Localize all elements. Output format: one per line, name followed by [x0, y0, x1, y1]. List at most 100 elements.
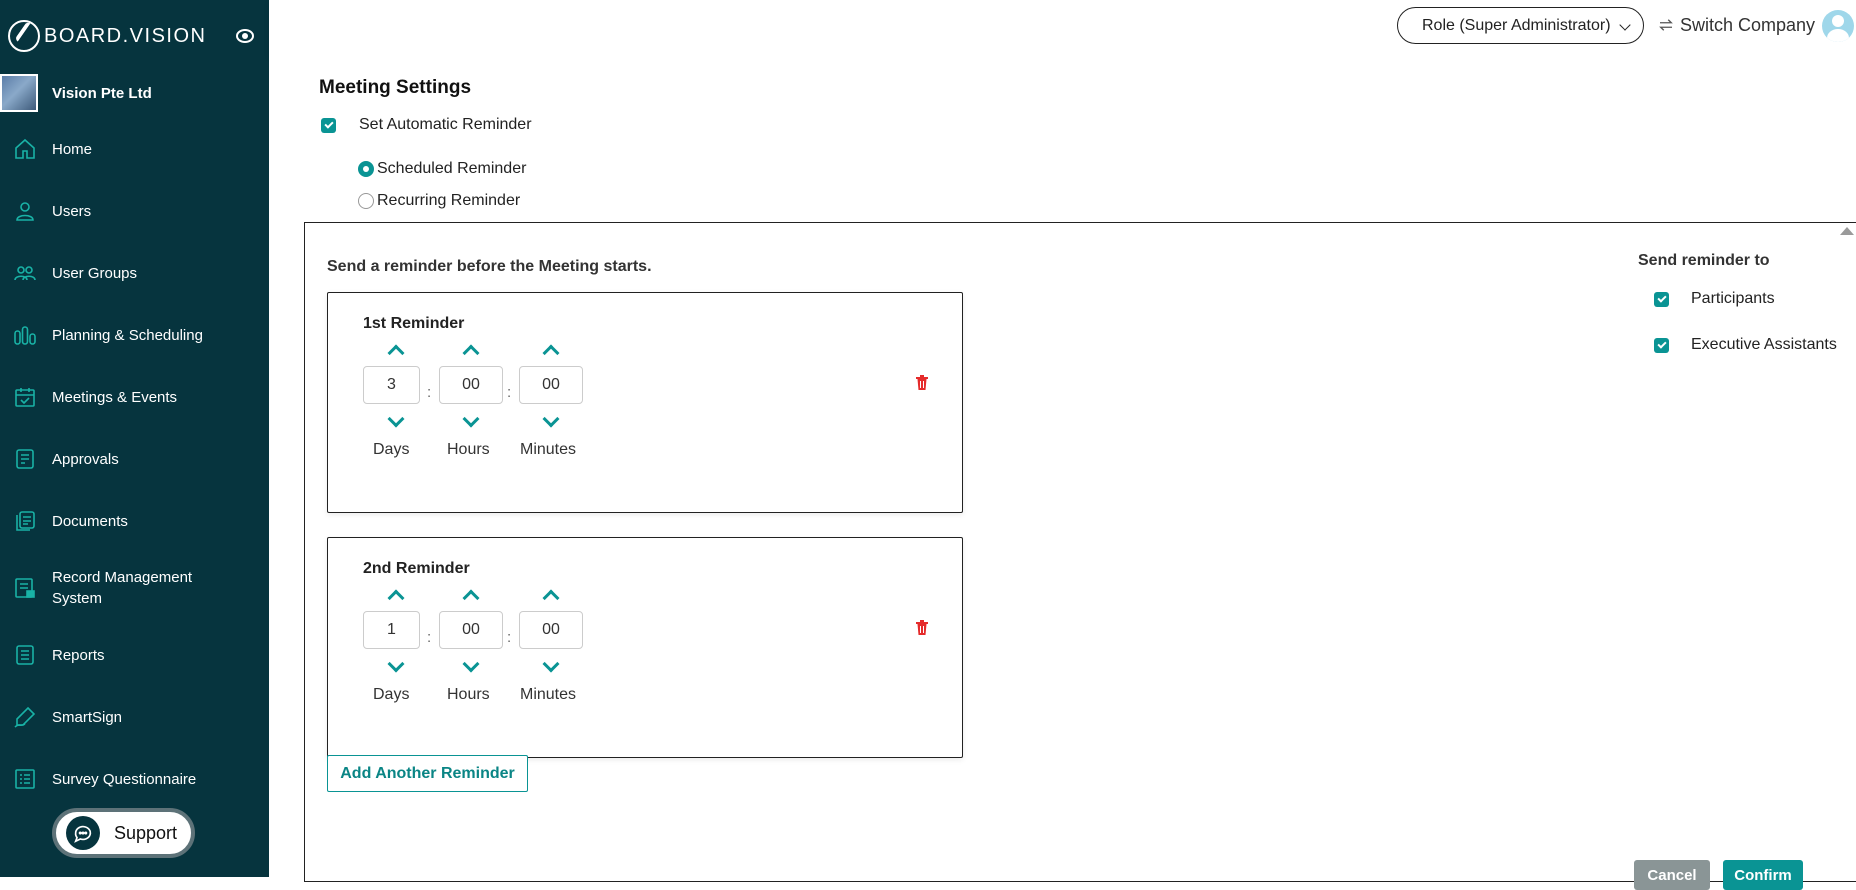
send-before-heading: Send a reminder before the Meeting start…: [327, 258, 652, 275]
record-icon: [13, 576, 37, 600]
minutes-unit-label: Minutes: [520, 441, 577, 458]
decrement-arrow-icon[interactable]: [387, 655, 405, 673]
survey-icon: [13, 767, 37, 791]
sidebar: BOARD.VISION Vision Pte Ltd Home Users U…: [0, 0, 269, 877]
planning-icon: [13, 323, 37, 347]
increment-arrow-icon[interactable]: [542, 344, 560, 362]
board-vision-logo-icon: [8, 20, 40, 52]
radio-scheduled-reminder[interactable]: Scheduled Reminder: [358, 160, 526, 178]
sidebar-item-approvals[interactable]: Approvals: [0, 439, 269, 479]
support-label: Support: [114, 822, 178, 843]
switch-company-button[interactable]: Switch Company: [1657, 12, 1815, 38]
time-separator: :: [427, 629, 432, 646]
hours-input[interactable]: 00: [439, 366, 503, 404]
sidebar-item-label: Approvals: [52, 450, 119, 468]
reports-icon: [13, 643, 37, 667]
cancel-button[interactable]: Cancel: [1634, 860, 1710, 890]
sidebar-item-record-management[interactable]: Record Management System: [0, 563, 269, 613]
executive-assistants-checkbox[interactable]: [1654, 337, 1669, 353]
support-button[interactable]: Support: [52, 808, 195, 858]
radio-recurring-reminder[interactable]: Recurring Reminder: [358, 192, 520, 210]
user-icon: [13, 199, 37, 223]
participants-checkbox-row[interactable]: Participants: [1654, 290, 1775, 308]
sidebar-item-label: Documents: [52, 512, 128, 530]
time-separator: :: [427, 384, 432, 401]
sidebar-item-label: Record Management System: [52, 569, 193, 607]
calendar-check-icon: [13, 385, 37, 409]
participants-label: Participants: [1691, 290, 1775, 307]
days-input[interactable]: 3: [363, 366, 420, 404]
decrement-arrow-icon[interactable]: [542, 410, 560, 428]
participants-checkbox[interactable]: [1654, 291, 1669, 307]
sidebar-item-meetings-events[interactable]: Meetings & Events: [0, 377, 269, 417]
brand-name: BOARD.VISION: [44, 24, 207, 47]
radio-button[interactable]: [358, 193, 374, 209]
sidebar-toggle-icon[interactable]: [236, 29, 254, 43]
switch-company-label: Switch Company: [1680, 14, 1816, 35]
role-select[interactable]: Role (Super Administrator): [1397, 7, 1644, 44]
send-reminder-to-title: Send reminder to: [1638, 252, 1770, 269]
executive-assistants-checkbox-row[interactable]: Executive Assistants: [1654, 336, 1837, 354]
chevron-down-icon: [1619, 19, 1631, 31]
company-name: Vision Pte Ltd: [52, 84, 152, 102]
auto-reminder-checkbox[interactable]: [321, 117, 336, 133]
sidebar-item-label: SmartSign: [52, 708, 123, 726]
add-another-reminder-button[interactable]: Add Another Reminder: [327, 755, 528, 792]
delete-reminder-trash-icon[interactable]: [915, 375, 929, 391]
reminder-panel: Send a reminder before the Meeting start…: [304, 222, 1856, 882]
company-avatar: [0, 74, 38, 112]
sidebar-item-label: Survey Questionnaire: [52, 770, 197, 788]
swap-arrows-icon: [1659, 19, 1673, 31]
sidebar-item-users[interactable]: Users: [0, 191, 269, 231]
documents-icon: [13, 509, 37, 533]
days-unit-label: Days: [373, 441, 410, 458]
sidebar-item-home[interactable]: Home: [0, 129, 269, 169]
sidebar-item-documents[interactable]: Documents: [0, 501, 269, 541]
minutes-input[interactable]: 00: [519, 611, 583, 649]
days-unit-label: Days: [373, 686, 410, 703]
increment-arrow-icon[interactable]: [462, 344, 480, 362]
auto-reminder-checkbox-row[interactable]: Set Automatic Reminder: [321, 116, 532, 134]
user-group-icon: [13, 261, 37, 285]
scroll-up-arrow-icon[interactable]: [1840, 227, 1854, 235]
company-switcher[interactable]: Vision Pte Ltd: [0, 73, 269, 113]
home-icon: [13, 137, 37, 161]
reminder-card: 1st Reminder 3 Days : 00 Hours : 00 Minu…: [327, 292, 963, 513]
sidebar-item-label: Reports: [52, 646, 105, 664]
sidebar-item-label: Home: [52, 140, 93, 158]
sidebar-item-survey-questionnaire[interactable]: Survey Questionnaire: [0, 759, 269, 799]
role-select-value: Role (Super Administrator): [1422, 16, 1611, 34]
sidebar-item-planning-scheduling[interactable]: Planning & Scheduling: [0, 315, 269, 355]
decrement-arrow-icon[interactable]: [462, 410, 480, 428]
time-separator: :: [507, 384, 512, 401]
executive-assistants-label: Executive Assistants: [1691, 336, 1837, 353]
days-input[interactable]: 1: [363, 611, 420, 649]
sidebar-item-smartsign[interactable]: SmartSign: [0, 697, 269, 737]
increment-arrow-icon[interactable]: [387, 589, 405, 607]
brand-logo[interactable]: BOARD.VISION: [8, 20, 206, 52]
radio-label: Scheduled Reminder: [377, 160, 527, 177]
radio-button-selected[interactable]: [358, 161, 374, 177]
increment-arrow-icon[interactable]: [462, 589, 480, 607]
decrement-arrow-icon[interactable]: [387, 410, 405, 428]
sidebar-item-reports[interactable]: Reports: [0, 635, 269, 675]
decrement-arrow-icon[interactable]: [462, 655, 480, 673]
minutes-input[interactable]: 00: [519, 366, 583, 404]
auto-reminder-label: Set Automatic Reminder: [359, 116, 532, 133]
sidebar-item-label: User Groups: [52, 264, 138, 282]
reminder-title: 1st Reminder: [363, 315, 465, 332]
increment-arrow-icon[interactable]: [542, 589, 560, 607]
sidebar-item-user-groups[interactable]: User Groups: [0, 253, 269, 293]
chat-support-icon: [66, 816, 100, 850]
main-content: Meeting Settings Set Automatic Reminder …: [269, 56, 1856, 882]
page-title: Meeting Settings: [319, 77, 472, 98]
sidebar-item-label: Users: [52, 202, 92, 220]
confirm-button[interactable]: Confirm: [1723, 860, 1803, 890]
delete-reminder-trash-icon[interactable]: [915, 620, 929, 636]
hours-input[interactable]: 00: [439, 611, 503, 649]
increment-arrow-icon[interactable]: [387, 344, 405, 362]
reminder-title: 2nd Reminder: [363, 560, 470, 577]
decrement-arrow-icon[interactable]: [542, 655, 560, 673]
user-avatar[interactable]: [1822, 10, 1854, 42]
time-separator: :: [507, 629, 512, 646]
